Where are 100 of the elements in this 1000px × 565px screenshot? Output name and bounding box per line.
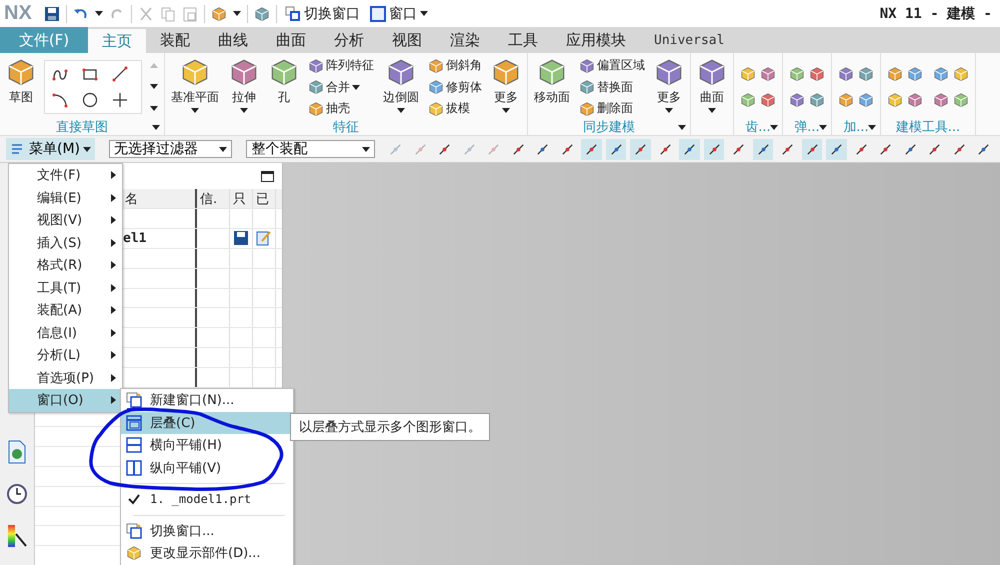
point-line-icon xyxy=(437,142,452,156)
ribbon-button[interactable]: 修剪体 xyxy=(427,78,483,96)
menu-item[interactable]: 视图(V) xyxy=(9,209,122,232)
submenu-arrow-icon xyxy=(111,306,116,314)
ribbon-button[interactable]: 曲面 xyxy=(695,55,729,119)
menu-item[interactable]: 插入(S) xyxy=(9,232,122,254)
menu-item[interactable]: 编辑(E) xyxy=(9,186,122,209)
snap-tool-button[interactable] xyxy=(606,138,626,160)
submenu-item[interactable]: 新建窗口(N)... xyxy=(121,389,293,412)
ribbon-button[interactable]: 合并 xyxy=(307,78,375,96)
color-bar-icon[interactable] xyxy=(6,524,28,548)
switch-window-button[interactable]: 切换窗口 xyxy=(282,4,362,22)
ribbon-tab[interactable]: 曲线 xyxy=(204,27,262,53)
ribbon-button[interactable]: 拔模 xyxy=(427,100,483,117)
point-line-icon xyxy=(952,142,967,156)
ribbon-tab[interactable]: 分析 xyxy=(320,27,378,53)
submenu-item[interactable]: 横向平铺(H) xyxy=(121,434,293,456)
ribbon-tab[interactable]: 工具 xyxy=(494,27,552,53)
ribbon-button[interactable]: 更多 xyxy=(652,55,686,119)
circle-icon[interactable] xyxy=(81,91,99,109)
point-line-icon xyxy=(486,142,502,156)
ribbon-tab[interactable]: 装配 xyxy=(146,27,204,53)
document-icon[interactable] xyxy=(6,440,28,464)
ribbon-button[interactable]: 边倒圆 xyxy=(381,55,421,119)
arc-icon[interactable] xyxy=(51,91,69,109)
point-line-icon xyxy=(560,142,575,156)
cube-icon xyxy=(428,100,444,116)
part-name: el1 xyxy=(123,230,146,246)
snap-tool-button[interactable] xyxy=(630,138,651,160)
point-line-icon xyxy=(927,142,942,156)
ribbon-button[interactable]: 删除面 xyxy=(578,100,646,117)
ribbon-button[interactable]: 倒斜角 xyxy=(427,57,483,74)
ribbon-tab[interactable]: 主页 xyxy=(88,29,146,53)
ribbon-tab[interactable]: 曲面 xyxy=(262,27,320,53)
plus-icon[interactable] xyxy=(111,91,129,109)
snap-tool-button[interactable] xyxy=(581,138,602,160)
column-header[interactable]: 只 xyxy=(233,190,246,208)
scope-dropdown[interactable]: 整个装配 xyxy=(246,140,376,158)
column-header[interactable]: 名 xyxy=(125,190,138,208)
submenu-item[interactable]: 更改显示部件(D)... xyxy=(121,542,293,564)
menu-item[interactable]: 工具(T) xyxy=(9,276,122,299)
cube-icon xyxy=(809,66,825,82)
ribbon-button[interactable]: 移动面 xyxy=(532,55,572,119)
clock-icon[interactable] xyxy=(6,482,28,506)
snap-tool-button[interactable] xyxy=(826,138,847,160)
snap-tool-button[interactable] xyxy=(679,138,700,160)
ribbon-tab[interactable]: Universal xyxy=(640,27,738,53)
filter-dropdown[interactable]: 无选择过滤器 xyxy=(109,140,232,158)
recent-window-item[interactable]: 1. _model1.prt xyxy=(121,488,293,510)
cube-icon xyxy=(838,92,854,108)
menu-button[interactable]: 菜单(M) xyxy=(6,138,96,160)
ribbon-button[interactable]: 偏置区域 xyxy=(578,57,646,74)
point-line-icon xyxy=(829,142,844,156)
point-line-icon xyxy=(878,142,894,156)
submenu-arrow-icon xyxy=(111,284,116,292)
snap-tool-button[interactable] xyxy=(802,138,822,160)
ribbon-tab[interactable]: 应用模块 xyxy=(552,27,640,53)
cube-icon xyxy=(269,57,299,87)
ribbon-button[interactable]: 拉伸 xyxy=(227,55,261,119)
group-label: 同步建模 xyxy=(583,119,635,135)
menu-item[interactable]: 信息(I) xyxy=(9,322,122,344)
switch-window-icon xyxy=(284,6,301,22)
ribbon-button[interactable]: 孔 xyxy=(267,55,301,119)
menu-item[interactable]: 分析(L) xyxy=(9,344,122,366)
menu-item[interactable]: 窗口(O) xyxy=(9,389,122,412)
submenu-item[interactable]: 纵向平铺(V) xyxy=(121,456,293,479)
ribbon-tab[interactable]: 视图 xyxy=(378,27,436,53)
submenu-arrow-icon xyxy=(111,374,116,382)
ribbon-button[interactable]: 抽壳 xyxy=(307,100,375,117)
cube-icon xyxy=(933,92,949,108)
snap-tool-button[interactable] xyxy=(752,138,774,160)
ribbon-tab[interactable]: 渲染 xyxy=(436,27,494,53)
submenu-arrow-icon xyxy=(111,171,116,180)
menu-item[interactable]: 首选项(P) xyxy=(9,366,122,389)
submenu-item[interactable]: 层叠(C) xyxy=(121,412,293,434)
caret-icon xyxy=(150,106,158,111)
cube-icon xyxy=(760,92,776,108)
ribbon-button[interactable]: 阵列特征 xyxy=(307,57,375,74)
maximize-icon[interactable] xyxy=(261,170,274,182)
menu-item[interactable]: 格式(R) xyxy=(9,254,122,276)
cube-icon xyxy=(789,66,805,82)
cube-icon xyxy=(760,66,776,82)
menu-item[interactable]: 装配(A) xyxy=(9,299,122,322)
ribbon-button[interactable]: 替换面 xyxy=(578,78,646,96)
point-line-icon xyxy=(706,142,722,156)
column-header[interactable]: 信. xyxy=(200,190,218,208)
submenu-item[interactable]: 切换窗口... xyxy=(121,520,293,542)
ribbon-button[interactable]: 更多 xyxy=(489,55,523,119)
ribbon-button[interactable]: 草图 xyxy=(4,55,38,119)
ribbon-button[interactable]: 基准平面 xyxy=(169,55,221,119)
snap-tool-button[interactable] xyxy=(704,138,724,160)
menu-item[interactable]: 文件(F) xyxy=(9,164,122,186)
group-label: 建模工具... xyxy=(896,119,960,135)
window-button[interactable]: 窗口 xyxy=(368,4,430,22)
save-icon[interactable] xyxy=(44,6,60,22)
cube-icon xyxy=(740,92,756,108)
cube-icon xyxy=(907,66,923,82)
new-window-icon xyxy=(126,522,142,539)
column-header[interactable]: 已 xyxy=(256,190,269,208)
line-icon[interactable] xyxy=(111,65,129,83)
